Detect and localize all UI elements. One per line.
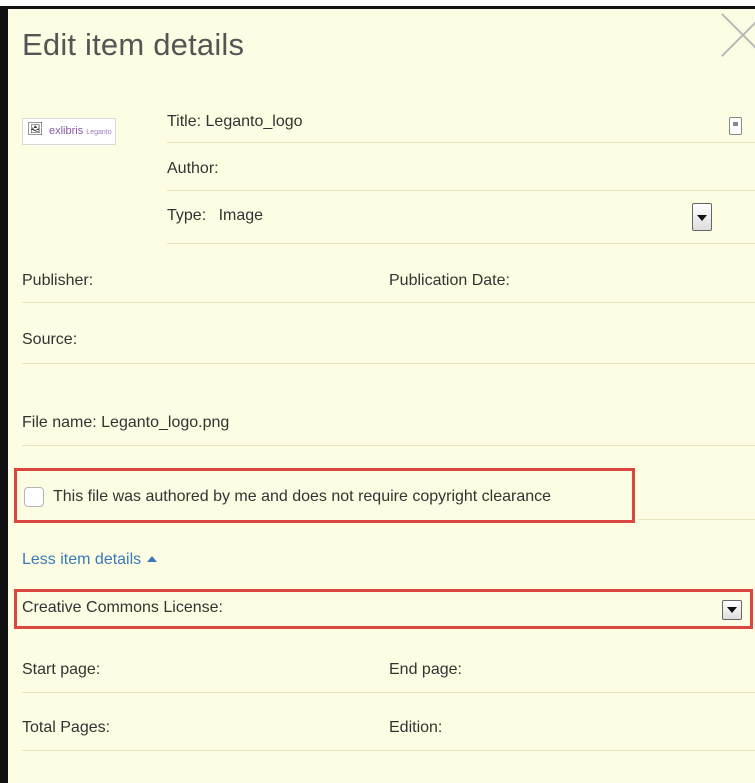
end-page-label: End page: (389, 661, 462, 678)
logo-subtext: Leganto (86, 129, 112, 136)
title-field[interactable]: Title: Leganto_logo (167, 113, 303, 131)
logo-text: exlibris (49, 125, 84, 137)
start-page-label: Start page: (22, 661, 101, 678)
total-pages-label: Total Pages: (22, 719, 111, 736)
copyright-checkbox-label[interactable]: This file was authored by me and does no… (53, 488, 551, 506)
file-name-label: File name: (22, 414, 97, 431)
edition-label: Edition: (389, 719, 443, 736)
edit-item-dialog: Edit item details 🖼 exlibris Leganto Tit… (0, 6, 755, 783)
less-item-details-link[interactable]: Less item details (22, 551, 158, 569)
caret-up-icon (147, 556, 158, 562)
creative-commons-dropdown-button[interactable] (722, 600, 742, 620)
image-icon: 🖼 (27, 121, 44, 136)
dialog-title: Edit item details (22, 27, 245, 62)
item-thumbnail: 🖼 exlibris Leganto (22, 118, 116, 145)
type-dropdown-button[interactable] (692, 203, 712, 231)
publisher-label: Publisher: (22, 272, 94, 289)
type-value: Image (218, 207, 264, 224)
source-label: Source: (22, 331, 78, 348)
chevron-down-icon (697, 215, 707, 221)
chevron-down-icon (727, 607, 737, 613)
close-icon[interactable] (720, 11, 755, 61)
type-label: Type: (167, 207, 207, 224)
creative-commons-label: Creative Commons License: (22, 599, 223, 616)
file-name-value: Leganto_logo.png (101, 414, 230, 431)
file-name-field: File name: Leganto_logo.png (22, 414, 229, 432)
document-icon[interactable] (729, 117, 742, 135)
copyright-checkbox[interactable] (24, 487, 44, 507)
title-value: Leganto_logo (205, 113, 303, 130)
title-label: Title: (167, 113, 202, 130)
type-field: Type: Image (167, 207, 263, 225)
author-label: Author: (167, 160, 219, 177)
publication-date-label: Publication Date: (389, 272, 510, 289)
